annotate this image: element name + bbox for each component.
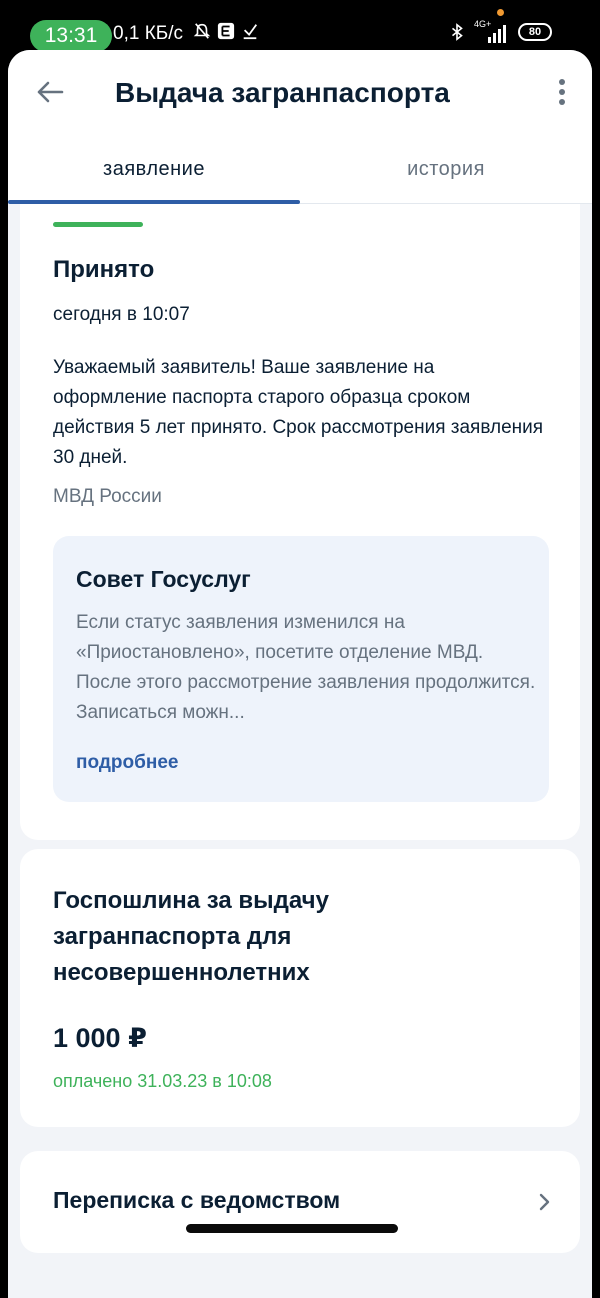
correspondence-item[interactable]: Переписка с ведомством <box>20 1151 580 1253</box>
page-title: Выдача загранпаспорта <box>115 77 450 108</box>
home-indicator[interactable] <box>186 1224 398 1233</box>
arrow-left-icon[interactable] <box>34 76 66 108</box>
status-time: 13:31 <box>30 20 112 52</box>
status-organization: МВД России <box>53 486 162 507</box>
fee-card: Госпошлина за выдачу загранпаспорта для … <box>20 849 580 1127</box>
tab-history[interactable]: история <box>300 146 592 204</box>
network-type: 4G+ <box>474 19 492 29</box>
bell-off-icon <box>193 23 211 39</box>
notification-dot <box>497 9 504 16</box>
status-bar: 13:31 0,1 КБ/с 4G+ 80 <box>0 0 600 52</box>
status-message: Уважаемый заявитель! Ваше заявление на о… <box>53 357 544 468</box>
fee-amount: 1 000 ₽ <box>53 1023 147 1053</box>
status-icons-right: 4G+ 80 <box>448 19 552 43</box>
tip-text: Если статус заявления изменился на «Прио… <box>76 612 536 723</box>
app-bar: Выдача загранпаспорта заявление история <box>8 50 592 204</box>
network-speed: 0,1 КБ/с <box>113 23 184 44</box>
fee-paid-status: оплачено 31.03.23 в 10:08 <box>53 1071 272 1091</box>
fee-title: Госпошлина за выдачу загранпаспорта для … <box>53 887 329 986</box>
e-badge-icon <box>217 22 235 40</box>
more-vertical-icon[interactable] <box>550 76 574 108</box>
download-icon <box>243 24 258 40</box>
signal-icon: 4G+ <box>474 19 510 43</box>
status-icons-left <box>193 22 259 40</box>
status-title: Принято <box>53 256 155 283</box>
bluetooth-icon <box>451 23 463 41</box>
status-card: Принято сегодня в 10:07 Уважаемый заявит… <box>20 204 580 840</box>
status-time-label: сегодня в 10:07 <box>53 304 190 325</box>
app-screen: Выдача загранпаспорта заявление история … <box>8 50 592 1298</box>
tab-application[interactable]: заявление <box>8 146 300 204</box>
gosuslugi-tip: Совет Госуслуг Если статус заявления изм… <box>53 536 549 802</box>
tip-more-link[interactable]: подробнее <box>76 752 178 774</box>
correspondence-label: Переписка с ведомством <box>53 1187 341 1213</box>
tab-bar: заявление история <box>8 146 592 204</box>
battery-icon: 80 <box>518 23 552 41</box>
chevron-right-icon <box>539 1193 550 1211</box>
status-progress-indicator <box>53 222 143 227</box>
tip-title: Совет Госуслуг <box>76 566 251 592</box>
